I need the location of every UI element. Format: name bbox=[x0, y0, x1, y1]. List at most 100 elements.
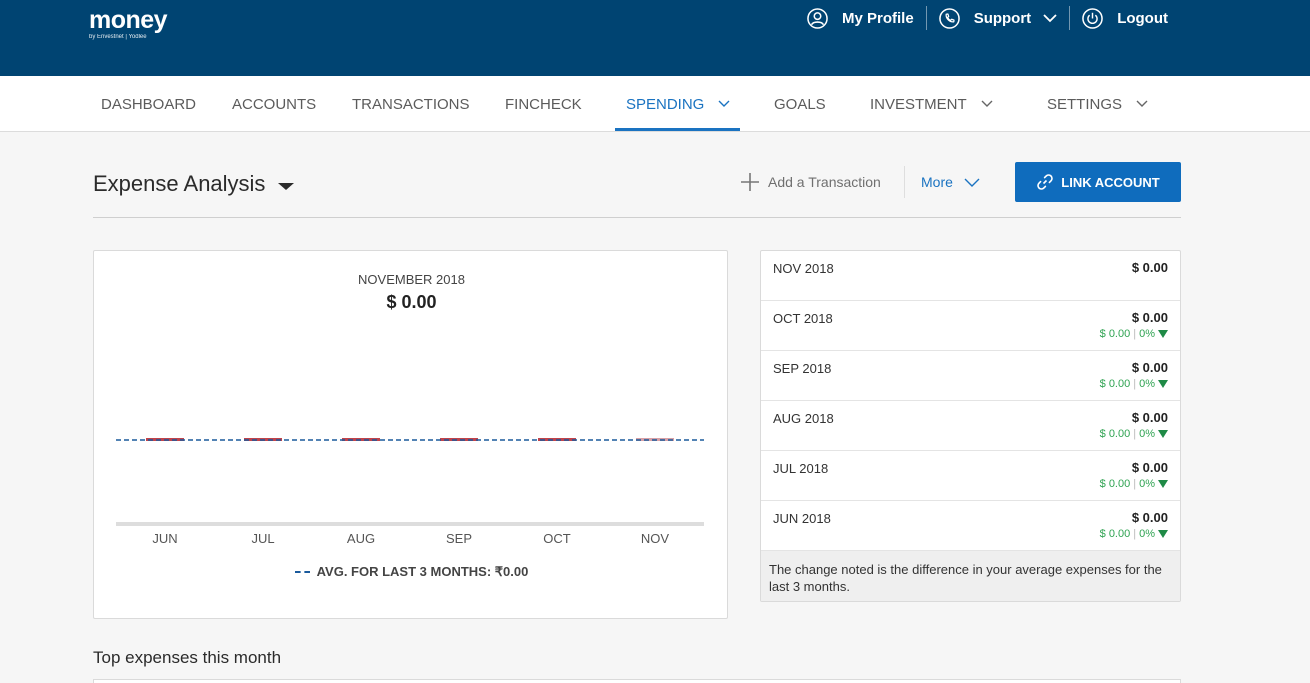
month-value: $ 0.00 bbox=[1131, 260, 1168, 275]
separator: | bbox=[1133, 528, 1137, 540]
page-title-dropdown[interactable]: Expense Analysis bbox=[93, 171, 295, 197]
month-row[interactable]: AUG 2018 $ 0.00 $ 0.00 | 0% bbox=[761, 401, 1180, 451]
my-profile-label: My Profile bbox=[842, 9, 914, 27]
x-tick-label: JUN bbox=[152, 531, 177, 546]
logout-link[interactable]: Logout bbox=[1069, 6, 1180, 30]
nav-dashboard-label: DASHBOARD bbox=[101, 95, 197, 113]
month-label: SEP 2018 bbox=[773, 361, 832, 376]
nav-settings[interactable]: SETTINGS bbox=[1047, 76, 1148, 132]
nav-transactions[interactable]: TRANSACTIONS bbox=[352, 76, 470, 132]
month-row[interactable]: OCT 2018 $ 0.00 $ 0.00 | 0% bbox=[761, 301, 1180, 351]
nav-investment[interactable]: INVESTMENT bbox=[870, 76, 993, 132]
month-value: $ 0.00 bbox=[1131, 410, 1168, 425]
x-tick-label: NOV bbox=[641, 531, 670, 546]
link-account-button[interactable]: LINK ACCOUNT bbox=[1015, 162, 1181, 202]
separator: | bbox=[1133, 428, 1137, 440]
change-percent: 0% bbox=[1139, 528, 1155, 540]
month-row[interactable]: NOV 2018 $ 0.00 bbox=[761, 251, 1180, 301]
change-amount: $ 0.00 bbox=[1099, 528, 1131, 540]
chart-x-axis bbox=[116, 522, 704, 526]
change-percent: 0% bbox=[1139, 378, 1155, 390]
top-expenses-card bbox=[93, 679, 1181, 683]
decrease-arrow-icon bbox=[1158, 530, 1168, 538]
month-value: $ 0.00 bbox=[1131, 360, 1168, 375]
add-transaction-button[interactable]: Add a Transaction bbox=[739, 170, 881, 194]
nav-investment-label: INVESTMENT bbox=[870, 95, 967, 113]
month-row[interactable]: SEP 2018 $ 0.00 $ 0.00 | 0% bbox=[761, 351, 1180, 401]
brand-name: money bbox=[89, 6, 168, 34]
month-value: $ 0.00 bbox=[1131, 310, 1168, 325]
month-change: $ 0.00 | 0% bbox=[1100, 328, 1168, 340]
x-tick-label: JUL bbox=[251, 531, 274, 546]
monthly-expense-list: NOV 2018 $ 0.00 OCT 2018 $ 0.00 $ 0.00 | 0% SEP… bbox=[760, 250, 1181, 602]
month-note: The change noted is the difference in yo… bbox=[761, 551, 1180, 601]
month-change: $ 0.00 | 0% bbox=[1100, 428, 1168, 440]
chevron-down-icon bbox=[1136, 100, 1148, 107]
active-tab-indicator bbox=[615, 128, 740, 131]
nav-goals[interactable]: GOALS bbox=[774, 76, 826, 132]
chevron-down-icon bbox=[964, 178, 980, 187]
month-change: $ 0.00 | 0% bbox=[1100, 478, 1168, 490]
month-label: JUL 2018 bbox=[773, 461, 829, 476]
user-circle-icon bbox=[807, 7, 828, 29]
average-line-swatch bbox=[294, 571, 310, 573]
change-amount: $ 0.00 bbox=[1099, 328, 1131, 340]
main-nav: DASHBOARD ACCOUNTS TRANSACTIONS FINCHECK… bbox=[0, 76, 1310, 132]
link-account-label: LINK ACCOUNT bbox=[1061, 174, 1160, 190]
top-links: My Profile Support Logout bbox=[795, 6, 1180, 30]
add-transaction-label: Add a Transaction bbox=[768, 174, 881, 190]
logout-label: Logout bbox=[1117, 9, 1168, 27]
month-change: $ 0.00 | 0% bbox=[1100, 528, 1168, 540]
more-dropdown[interactable]: More bbox=[921, 170, 980, 194]
change-amount: $ 0.00 bbox=[1099, 478, 1131, 490]
month-row[interactable]: JUN 2018 $ 0.00 $ 0.00 | 0% bbox=[761, 501, 1180, 551]
decrease-arrow-icon bbox=[1158, 380, 1168, 388]
month-label: OCT 2018 bbox=[773, 311, 833, 326]
brand-logo[interactable]: money by Envestnet | Yodlee bbox=[89, 6, 168, 40]
divider bbox=[904, 166, 905, 198]
decrease-arrow-icon bbox=[1158, 330, 1168, 338]
link-icon bbox=[1037, 174, 1054, 190]
x-tick-label: SEP bbox=[446, 531, 472, 546]
x-tick-label: OCT bbox=[543, 531, 571, 546]
nav-accounts[interactable]: ACCOUNTS bbox=[232, 76, 316, 132]
nav-settings-label: SETTINGS bbox=[1047, 95, 1123, 113]
nav-goals-label: GOALS bbox=[774, 95, 826, 113]
nav-accounts-label: ACCOUNTS bbox=[232, 95, 317, 113]
change-percent: 0% bbox=[1139, 478, 1155, 490]
decrease-arrow-icon bbox=[1158, 430, 1168, 438]
nav-spending-label: SPENDING bbox=[626, 95, 705, 113]
chevron-down-icon bbox=[1043, 13, 1057, 22]
chevron-down-icon bbox=[981, 100, 993, 107]
separator: | bbox=[1133, 378, 1137, 390]
nav-spending[interactable]: SPENDING bbox=[626, 76, 730, 132]
chevron-down-icon bbox=[718, 100, 730, 107]
change-percent: 0% bbox=[1139, 428, 1155, 440]
plus-icon bbox=[741, 173, 759, 191]
support-label: Support bbox=[973, 9, 1032, 27]
decrease-arrow-icon bbox=[1158, 480, 1168, 488]
more-label: More bbox=[921, 174, 953, 190]
separator: | bbox=[1133, 478, 1137, 490]
my-profile-link[interactable]: My Profile bbox=[795, 6, 926, 30]
expense-bar-chart: JUN JUL AUG SEP OCT NOV bbox=[116, 438, 704, 546]
month-change: $ 0.00 | 0% bbox=[1100, 378, 1168, 390]
month-value: $ 0.00 bbox=[1131, 510, 1168, 525]
nav-transactions-label: TRANSACTIONS bbox=[352, 95, 470, 113]
nav-dashboard[interactable]: DASHBOARD bbox=[101, 76, 196, 132]
support-link[interactable]: Support bbox=[925, 6, 1070, 30]
chart-legend-label: AVG. FOR LAST 3 MONTHS: ₹0.00 bbox=[316, 564, 529, 579]
power-icon bbox=[1082, 7, 1103, 29]
month-row[interactable]: JUL 2018 $ 0.00 $ 0.00 | 0% bbox=[761, 451, 1180, 501]
separator: | bbox=[1133, 328, 1137, 340]
top-expenses-title: Top expenses this month bbox=[93, 648, 282, 667]
month-value: $ 0.00 bbox=[1131, 460, 1168, 475]
month-label: JUN 2018 bbox=[773, 511, 831, 526]
page-title: Expense Analysis bbox=[93, 171, 266, 196]
month-label: NOV 2018 bbox=[773, 261, 834, 276]
header-divider bbox=[93, 217, 1181, 218]
nav-fincheck[interactable]: FINCHECK bbox=[505, 76, 582, 132]
phone-icon bbox=[938, 7, 960, 29]
nav-fincheck-label: FINCHECK bbox=[505, 95, 582, 113]
top-header: money by Envestnet | Yodlee My Profile S… bbox=[0, 0, 1310, 76]
